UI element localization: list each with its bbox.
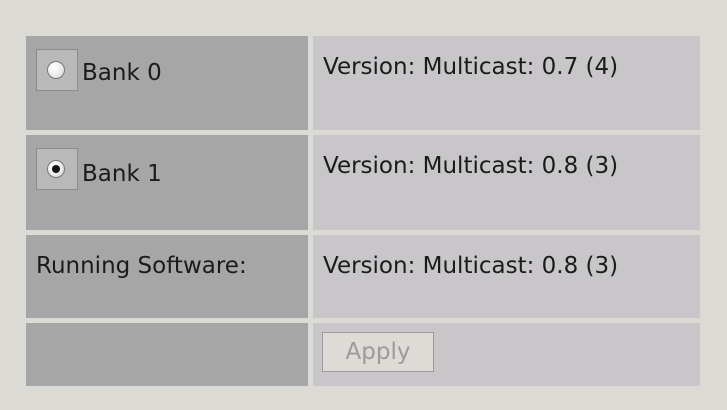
bank-0-radio-frame[interactable] [36, 49, 78, 91]
running-software-label: Running Software: [36, 253, 247, 279]
bank-1-radio[interactable] [47, 160, 65, 178]
bank-1-cell[interactable]: Bank 1 [26, 135, 308, 230]
bank-0-cell[interactable]: Bank 0 [26, 36, 308, 130]
bank-selection-panel: Bank 0 Version: Multicast: 0.7 (4) Bank … [26, 36, 700, 386]
bank-0-version-cell: Version: Multicast: 0.7 (4) [313, 36, 700, 130]
apply-button[interactable]: Apply [322, 332, 434, 372]
bank-1-version: Version: Multicast: 0.8 (3) [323, 153, 619, 179]
actions-empty-cell [26, 323, 308, 386]
bank-0-radio[interactable] [47, 61, 65, 79]
bank-1-version-cell: Version: Multicast: 0.8 (3) [313, 135, 700, 230]
bank-0-version: Version: Multicast: 0.7 (4) [323, 54, 619, 80]
running-software-version-cell: Version: Multicast: 0.8 (3) [313, 235, 700, 318]
bank-0-label: Bank 0 [82, 60, 162, 86]
bank-1-radio-frame[interactable] [36, 148, 78, 190]
running-software-label-cell: Running Software: [26, 235, 308, 318]
bank-1-label: Bank 1 [82, 161, 162, 187]
running-software-version: Version: Multicast: 0.8 (3) [323, 253, 619, 279]
